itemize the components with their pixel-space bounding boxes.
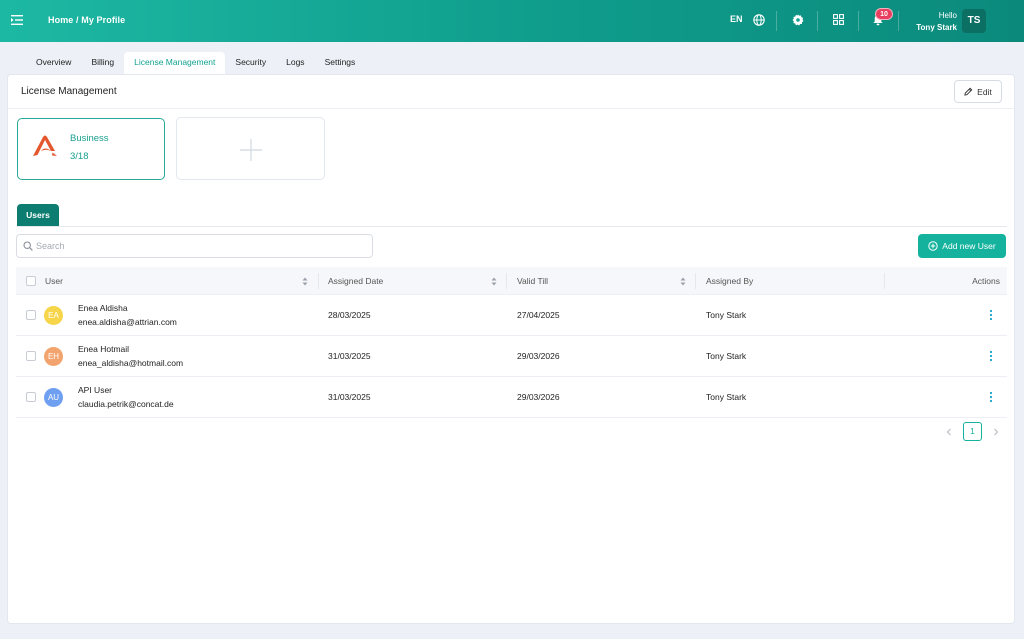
user-avatar[interactable]: TS [962,9,986,33]
assigned-date-cell: 31/03/2025 [328,392,371,402]
tab-users[interactable]: Users [17,204,59,226]
pagination-page[interactable]: 1 [963,422,982,441]
user-avatar: EH [44,347,63,366]
column-divider [884,273,885,289]
user-name: Tony Stark [916,23,957,32]
user-email: enea.aldisha@attrian.com [78,317,177,327]
assigned-by-cell: Tony Stark [706,351,747,361]
row-checkbox[interactable] [26,310,36,320]
user-avatar: EA [44,306,63,325]
greeting-text: Hello [938,11,957,20]
column-divider [318,273,319,289]
edit-button-label: Edit [977,86,992,97]
notification-badge: 10 [875,8,893,20]
tab-billing[interactable]: Billing [81,52,124,74]
assigned-date-cell: 28/03/2025 [328,310,371,320]
valid-till-cell: 29/03/2026 [517,351,560,361]
valid-till-cell: 29/03/2026 [517,392,560,402]
user-name: API User [78,385,113,395]
plus-circle-icon [928,241,938,251]
table-row: EA Enea Aldisha enea.aldisha@attrian.com… [16,295,1007,336]
user-email: claudia.petrik@concat.de [78,399,174,409]
divider [817,11,818,31]
assigned-date-cell: 31/03/2025 [328,351,371,361]
column-divider [506,273,507,289]
search-input[interactable] [16,234,373,258]
assigned-by-cell: Tony Stark [706,310,747,320]
breadcrumb-separator: / [76,15,79,25]
select-all-checkbox[interactable] [26,276,36,286]
column-header-user: User [45,276,63,286]
menu-icon[interactable] [11,14,23,26]
breadcrumb-home[interactable]: Home [48,15,73,25]
table-row: AU API User claudia.petrik@concat.de 31/… [16,377,1007,418]
panel-title: License Management [21,86,117,97]
tab-license-management[interactable]: License Management [124,52,226,74]
breadcrumb: Home / My Profile [48,15,125,25]
user-greeting: Hello Tony Stark [916,10,957,34]
tab-overview[interactable]: Overview [26,52,81,74]
user-avatar: AU [44,388,63,407]
table-header: User Assigned Date Valid Till Assigned B… [16,267,1007,295]
user-name: Enea Hotmail [78,344,130,354]
column-header-actions: Actions [972,276,1000,286]
column-divider [695,273,696,289]
divider [858,11,859,31]
license-card-business[interactable]: Business 3/18 [17,118,165,180]
apps-grid-icon[interactable] [833,14,844,25]
valid-till-cell: 27/04/2025 [517,310,560,320]
license-count: 3/18 [70,151,89,162]
column-header-assigned-date: Assigned Date [328,276,384,286]
user-name: Enea Aldisha [78,303,128,313]
chevron-right-icon[interactable] [991,427,1001,437]
breadcrumb-my-profile[interactable]: My Profile [81,15,125,25]
profile-tabs: Overview Billing License Management Secu… [26,52,365,74]
license-logo-icon [33,135,57,156]
plus-icon [240,139,262,161]
table-row: EH Enea Hotmail enea_aldisha@hotmail.com… [16,336,1007,377]
globe-icon[interactable] [753,14,765,26]
more-actions-icon[interactable] [989,350,993,362]
divider [8,108,1014,109]
search-icon [23,241,33,251]
chevron-left-icon[interactable] [944,427,954,437]
sort-icon[interactable] [491,277,497,286]
tab-settings[interactable]: Settings [315,52,366,74]
divider [17,226,1007,227]
sort-icon[interactable] [680,277,686,286]
divider [776,11,777,31]
edit-button[interactable]: Edit [954,80,1002,103]
more-actions-icon[interactable] [989,309,993,321]
divider [898,11,899,31]
top-bar: Home / My Profile EN 10 Hello Tony Stark… [0,0,1024,42]
assigned-by-cell: Tony Stark [706,392,747,402]
users-table: User Assigned Date Valid Till Assigned B… [16,267,1007,418]
add-new-user-button[interactable]: Add new User [918,234,1006,258]
more-actions-icon[interactable] [989,391,993,403]
row-checkbox[interactable] [26,392,36,402]
language-selector[interactable]: EN [730,14,743,24]
column-header-valid-till: Valid Till [517,276,549,286]
add-license-card[interactable] [176,117,325,180]
row-checkbox[interactable] [26,351,36,361]
user-email: enea_aldisha@hotmail.com [78,358,184,368]
add-new-user-label: Add new User [942,241,996,251]
license-management-panel: License Management Edit Business 3/18 Us… [7,74,1015,624]
column-header-assigned-by: Assigned By [706,276,754,286]
tab-security[interactable]: Security [225,52,276,74]
license-name: Business [70,133,109,144]
sort-icon[interactable] [302,277,308,286]
tab-logs[interactable]: Logs [276,52,314,74]
gear-icon[interactable] [792,14,804,26]
pencil-icon [964,87,973,96]
